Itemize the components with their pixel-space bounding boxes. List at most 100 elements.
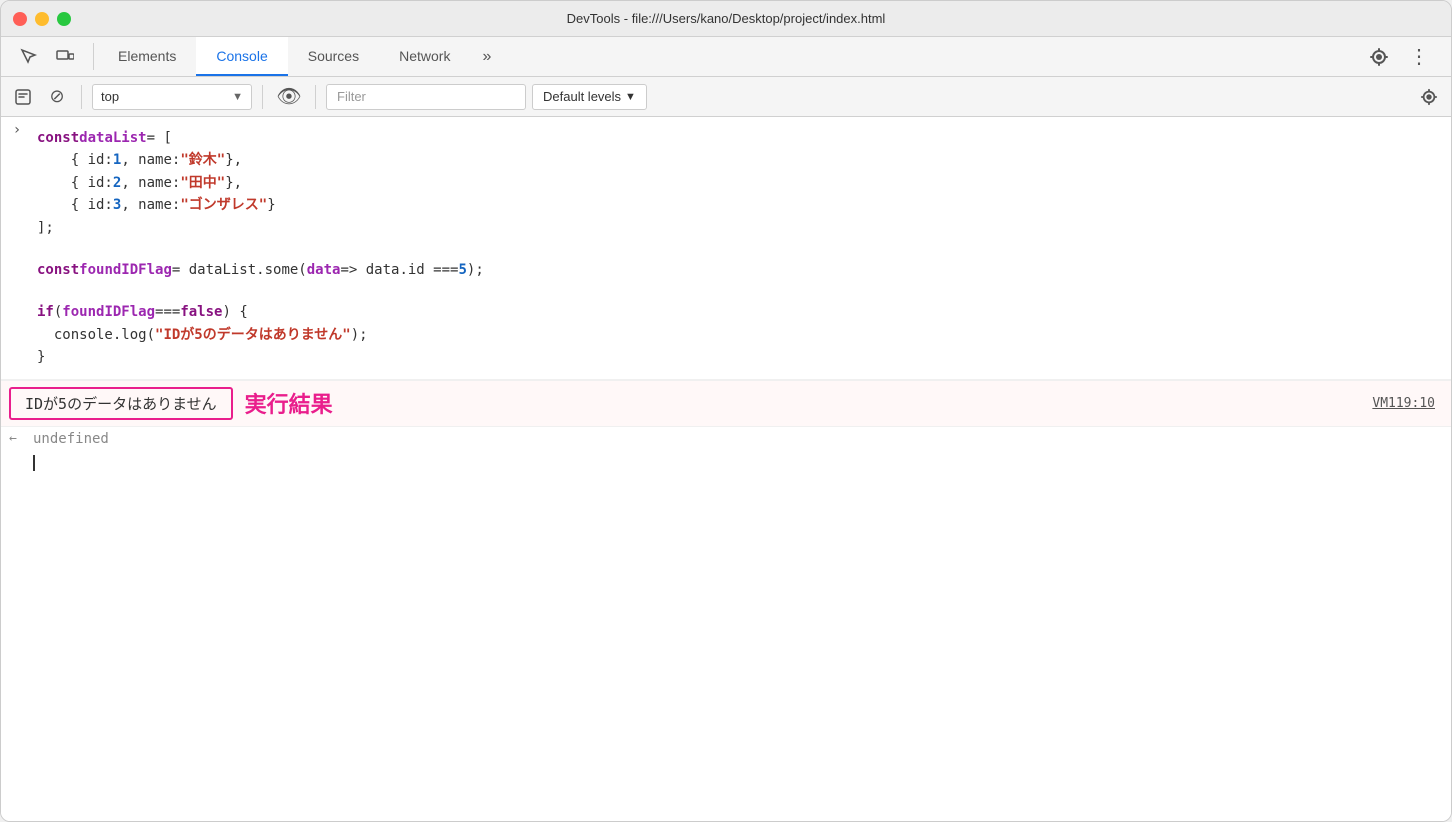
- code-line-4: { id: 3 , name: "ゴンザレス" }: [33, 194, 1451, 216]
- block-icon-button[interactable]: ⊘: [43, 83, 71, 111]
- code-indent-2: [37, 149, 71, 171]
- context-select-value: top: [101, 89, 226, 104]
- code-brace-4: { id:: [71, 194, 113, 216]
- title-bar: DevTools - file:///Users/kano/Desktop/pr…: [1, 1, 1451, 37]
- code-param-data: data: [307, 259, 341, 281]
- console-prompt: ›: [1, 119, 33, 138]
- code-arrow: => data.id ===: [340, 259, 458, 281]
- code-brace-3: { id:: [71, 172, 113, 194]
- inspect-element-button[interactable]: [13, 41, 45, 73]
- default-levels-label: Default levels: [543, 89, 621, 104]
- code-if-open: (: [54, 301, 62, 323]
- code-keyword-const: const: [37, 127, 79, 149]
- code-close-brace: }: [37, 346, 45, 368]
- console-input-line[interactable]: [1, 451, 1451, 475]
- output-label: 実行結果: [245, 387, 333, 419]
- tab-network[interactable]: Network: [379, 37, 470, 76]
- tab-bar: Elements Console Sources Network » ⋮: [1, 37, 1451, 77]
- context-selector[interactable]: top ▼: [92, 84, 252, 110]
- code-varname-flag: foundIDFlag: [79, 259, 172, 281]
- code-line-3: { id: 2 , name: "田中" },: [33, 172, 1451, 194]
- code-line-8: console.log( "IDが5のデータはありません" );: [33, 324, 1451, 346]
- code-end-3: },: [225, 172, 242, 194]
- maximize-button[interactable]: [57, 12, 71, 26]
- code-equal: = dataList.some(: [172, 259, 307, 281]
- code-indent-8: [37, 324, 54, 346]
- code-indent-3: [37, 172, 71, 194]
- code-comma-2: , name:: [121, 149, 180, 171]
- context-select-arrow: ▼: [232, 91, 243, 103]
- code-if-close: ) {: [222, 301, 247, 323]
- window-title: DevTools - file:///Users/kano/Desktop/pr…: [567, 11, 886, 26]
- tab-console[interactable]: Console: [196, 37, 287, 76]
- code-num-3: 3: [113, 194, 121, 216]
- code-line-7: if ( foundIDFlag === false ) {: [33, 301, 1451, 323]
- filter-input[interactable]: [326, 84, 526, 110]
- device-mode-button[interactable]: [49, 41, 81, 73]
- clear-console-button[interactable]: [9, 83, 37, 111]
- toolbar-left-icons: [5, 37, 89, 76]
- code-str-gonzales: "ゴンザレス": [180, 194, 267, 216]
- code-console-log: console.log(: [54, 324, 155, 346]
- code-line-2: { id: 1 , name: "鈴木" },: [33, 149, 1451, 171]
- code-varname-datalist: dataList: [79, 127, 146, 149]
- toolbar-divider-3: [315, 85, 316, 109]
- code-str-tanaka: "田中": [180, 172, 225, 194]
- code-if-op: ===: [155, 301, 180, 323]
- code-end-2: },: [225, 149, 242, 171]
- minimize-button[interactable]: [35, 12, 49, 26]
- code-str-msg: "IDが5のデータはありません": [155, 324, 351, 346]
- default-levels-button[interactable]: Default levels ▼: [532, 84, 647, 110]
- toolbar-divider-2: [262, 85, 263, 109]
- code-block: const dataList = [ { id: 1 , name: "鈴木" …: [33, 119, 1451, 377]
- code-comma-4: , name:: [121, 194, 180, 216]
- output-location[interactable]: VM119:10: [1372, 396, 1435, 411]
- live-expression-button[interactable]: 👁: [273, 83, 305, 111]
- default-levels-arrow: ▼: [625, 91, 636, 103]
- code-num-5: 5: [458, 259, 466, 281]
- console-undefined-line: ← undefined: [1, 427, 1451, 451]
- code-kw-if: if: [37, 301, 54, 323]
- code-blank-2: [33, 281, 1451, 301]
- code-close-paren: );: [467, 259, 484, 281]
- tab-bar-divider: [93, 43, 94, 70]
- code-blank-1: [33, 239, 1451, 259]
- code-if-var: foundIDFlag: [62, 301, 155, 323]
- devtools-window: DevTools - file:///Users/kano/Desktop/pr…: [0, 0, 1452, 822]
- code-log-close: );: [351, 324, 368, 346]
- window-controls: [13, 12, 71, 26]
- code-end-4: }: [267, 194, 275, 216]
- console-entry-code: › const dataList = [ { id: 1 , name: "鈴木…: [1, 117, 1451, 380]
- code-kw-false: false: [180, 301, 222, 323]
- return-arrow: ←: [9, 431, 33, 446]
- tab-elements[interactable]: Elements: [98, 37, 196, 76]
- console-content: › const dataList = [ { id: 1 , name: "鈴木…: [1, 117, 1451, 821]
- code-kw-const2: const: [37, 259, 79, 281]
- code-comma-3: , name:: [121, 172, 180, 194]
- code-close-bracket: ];: [37, 217, 54, 239]
- code-line-1: const dataList = [: [33, 127, 1451, 149]
- undefined-value: undefined: [33, 431, 109, 447]
- toolbar-divider-1: [81, 85, 82, 109]
- close-button[interactable]: [13, 12, 27, 26]
- code-line-6: const foundIDFlag = dataList.some( data …: [33, 259, 1451, 281]
- tab-more-button[interactable]: »: [470, 37, 503, 76]
- code-indent-4: [37, 194, 71, 216]
- code-line-5: ];: [33, 217, 1451, 239]
- code-line-9: }: [33, 346, 1451, 368]
- code-num-1: 1: [113, 149, 121, 171]
- tabs-container: Elements Console Sources Network »: [98, 37, 1351, 76]
- console-settings-button[interactable]: [1415, 83, 1443, 111]
- console-output-line: IDが5のデータはありません 実行結果 VM119:10: [1, 380, 1451, 427]
- output-box: IDが5のデータはありません: [9, 387, 233, 420]
- tab-bar-right: ⋮: [1351, 37, 1447, 76]
- cursor: [33, 455, 35, 471]
- code-str-suzuki: "鈴木": [180, 149, 225, 171]
- more-options-button[interactable]: ⋮: [1403, 41, 1435, 73]
- code-brace-2: { id:: [71, 149, 113, 171]
- code-plain-1: = [: [147, 127, 172, 149]
- tab-sources[interactable]: Sources: [288, 37, 379, 76]
- code-num-2: 2: [113, 172, 121, 194]
- console-toolbar: ⊘ top ▼ 👁 Default levels ▼: [1, 77, 1451, 117]
- settings-button[interactable]: [1363, 41, 1395, 73]
